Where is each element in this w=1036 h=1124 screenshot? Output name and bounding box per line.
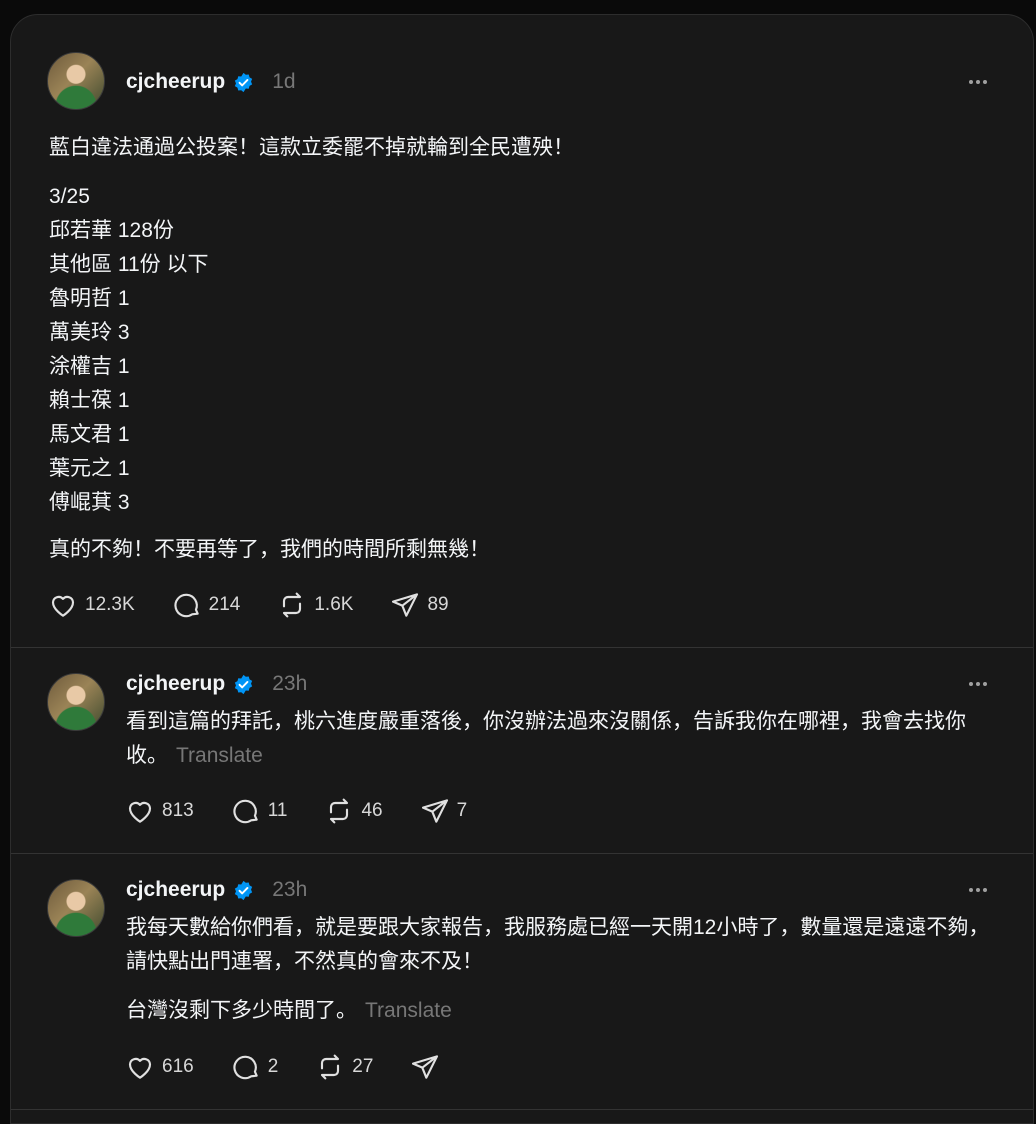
share-button[interactable]: 7: [419, 795, 468, 827]
share-icon: [421, 799, 448, 823]
verified-badge-icon: [235, 880, 253, 900]
share-button[interactable]: 89: [389, 589, 449, 621]
post-text: 藍白違法通過公投案！這款立委罷不掉就輪到全民遭殃！: [49, 136, 574, 159]
repost-icon: [330, 798, 349, 824]
like-button[interactable]: 813: [124, 795, 194, 827]
repost-icon: [321, 1054, 340, 1080]
username[interactable]: cjcheerup: [126, 672, 225, 696]
post-actions: 813 11 46 7: [124, 795, 503, 827]
repost-button[interactable]: 46: [323, 795, 383, 827]
post-header: cjcheerup 23h: [126, 875, 307, 905]
translate-link[interactable]: Translate: [365, 999, 452, 1022]
repost-button[interactable]: 27: [314, 1051, 373, 1083]
post-time[interactable]: 23h: [272, 878, 307, 902]
share-icon: [392, 593, 419, 617]
comment-button[interactable]: 214: [171, 589, 241, 621]
username[interactable]: cjcheerup: [126, 70, 225, 94]
post-text: 看到這篇的拜託，桃六進度嚴重落後，你沒辦法過來沒關係，告訴我你在哪裡，我會去找你…: [126, 705, 996, 773]
comment-button[interactable]: 11: [230, 795, 288, 827]
comment-button[interactable]: 2: [230, 1051, 279, 1083]
comment-count: 2: [267, 1056, 279, 1077]
heart-icon: [128, 801, 152, 823]
post-text-list: 3/25 邱若華 128份 其他區 11份 以下 魯明哲 1 萬美玲 3 涂權吉…: [49, 185, 209, 514]
verified-badge-icon: [235, 674, 253, 694]
more-icon[interactable]: [967, 71, 989, 93]
post-time[interactable]: 23h: [272, 672, 307, 696]
comment-count: 11: [267, 800, 288, 821]
post-body-2: 台灣沒剩下多少時間了。: [126, 999, 357, 1022]
share-icon: [412, 1055, 439, 1079]
like-count: 813: [162, 800, 194, 821]
post-time[interactable]: 1d: [272, 70, 295, 94]
post-actions: 12.3K 214 1.6K 89: [47, 589, 485, 621]
comment-icon: [174, 593, 199, 618]
more-icon[interactable]: [967, 673, 989, 695]
like-button[interactable]: 616: [124, 1051, 194, 1083]
like-count: 616: [162, 1056, 194, 1077]
like-count: 12.3K: [85, 594, 135, 615]
post-actions: 616 2 27: [124, 1051, 477, 1083]
comment-count: 214: [208, 594, 241, 615]
translate-link[interactable]: Translate: [176, 744, 263, 767]
repost-count: 27: [352, 1056, 374, 1077]
avatar[interactable]: [47, 673, 105, 731]
repost-count: 1.6K: [314, 594, 354, 615]
avatar[interactable]: [47, 879, 105, 937]
post-divider: [11, 647, 1033, 648]
share-button[interactable]: [409, 1051, 441, 1083]
feed-card: cjcheerup 1d 藍白違法通過公投案！這款立委罷不掉就輪到全民遭殃！ 3…: [10, 14, 1034, 1124]
post-text-2: 台灣沒剩下多少時間了。 Translate: [126, 994, 996, 1028]
more-icon[interactable]: [967, 879, 989, 901]
post-text: 我每天數給你們看，就是要跟大家報告，我服務處已經一天開12小時了，數量還是遠遠不…: [126, 916, 990, 973]
repost-icon: [283, 592, 302, 618]
heart-icon: [128, 1057, 152, 1079]
post-text-closing: 真的不夠！不要再等了，我們的時間所剩無幾！: [49, 538, 490, 561]
repost-button[interactable]: 1.6K: [276, 589, 353, 621]
post-header: cjcheerup 23h: [126, 669, 307, 699]
heart-icon: [51, 595, 75, 617]
comment-icon: [233, 1055, 258, 1080]
share-count: 7: [456, 800, 468, 821]
verified-badge-icon: [235, 72, 253, 92]
share-count: 89: [427, 594, 449, 615]
like-button[interactable]: 12.3K: [47, 589, 135, 621]
username[interactable]: cjcheerup: [126, 878, 225, 902]
post-divider: [11, 1109, 1033, 1110]
comment-icon: [233, 799, 258, 824]
post-divider: [11, 853, 1033, 854]
post-header: cjcheerup 1d: [126, 67, 296, 97]
avatar[interactable]: [47, 52, 105, 110]
repost-count: 46: [361, 800, 383, 821]
